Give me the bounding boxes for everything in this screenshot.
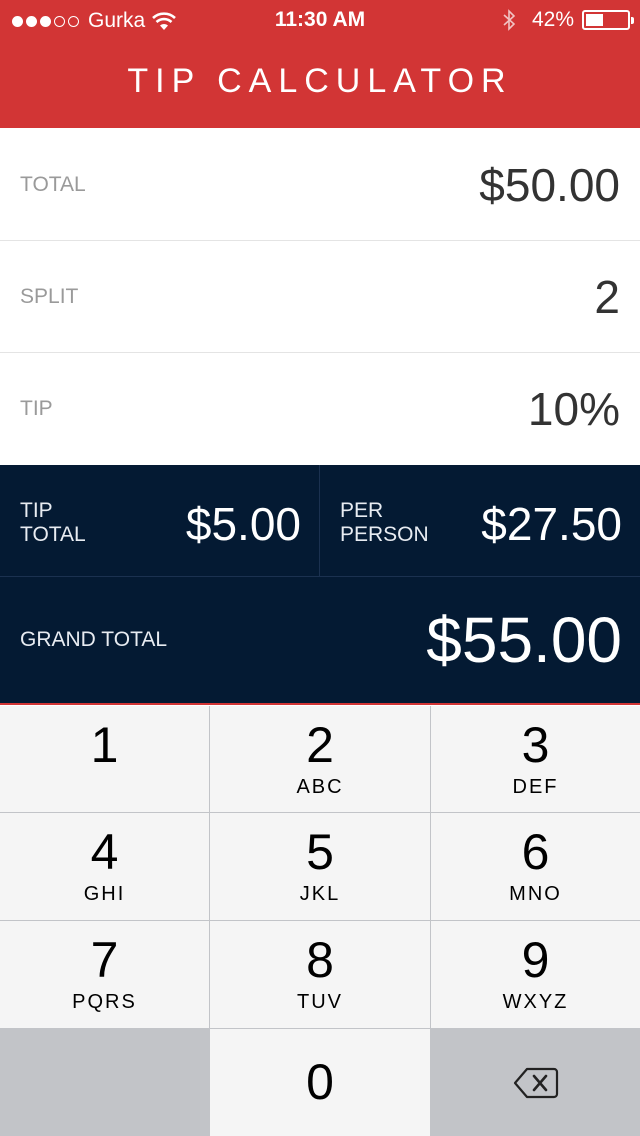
per-person-value: $27.50 — [481, 498, 622, 550]
page-title: TIP CALCULATOR — [127, 62, 513, 100]
delete-key[interactable] — [431, 1029, 640, 1136]
tip-total-label-line1: TIP — [20, 499, 53, 522]
key-digit: 8 — [306, 932, 334, 988]
key-digit: 9 — [521, 932, 550, 988]
app-header: Gurka 11:30 AM 42% TIP CALCULATOR — [0, 0, 640, 128]
key-6[interactable]: 6 MNO — [431, 813, 640, 920]
key-digit: 2 — [306, 717, 334, 773]
split-value[interactable]: 2 — [594, 241, 620, 353]
key-0[interactable]: 0 — [210, 1029, 430, 1136]
key-digit: 7 — [90, 932, 119, 988]
total-label: TOTAL — [20, 173, 86, 196]
per-person-cell: PER PERSON $27.50 — [320, 465, 640, 576]
key-letters: TUV — [297, 991, 343, 1013]
key-letters: WXYZ — [502, 991, 569, 1013]
battery-percent: 42% — [531, 8, 574, 31]
key-digit: 3 — [521, 717, 550, 773]
key-2[interactable]: 2 ABC — [210, 706, 430, 812]
key-digit: 6 — [521, 824, 550, 880]
key-8[interactable]: 8 TUV — [210, 921, 430, 1028]
total-row[interactable]: TOTAL $50.00 — [0, 129, 640, 241]
key-letters: ABC — [296, 776, 344, 798]
key-letters: GHI — [83, 883, 126, 905]
battery-nub — [631, 17, 634, 24]
tip-total-cell: TIP TOTAL $5.00 — [0, 465, 320, 576]
per-person-label: PER PERSON — [340, 499, 429, 547]
key-letters: DEF — [512, 776, 559, 798]
key-3[interactable]: 3 DEF — [431, 706, 640, 812]
key-digit: 0 — [306, 1054, 334, 1110]
key-5[interactable]: 5 JKL — [210, 813, 430, 920]
key-letters: MNO — [509, 883, 562, 905]
per-person-label-line1: PER — [340, 499, 384, 522]
key-digit: 1 — [90, 717, 119, 773]
key-7[interactable]: 7 PQRS — [0, 921, 209, 1028]
tip-value[interactable]: 10% — [528, 353, 620, 465]
split-label: SPLIT — [20, 285, 79, 308]
grand-total-value: $55.00 — [426, 604, 622, 676]
key-4[interactable]: 4 GHI — [0, 813, 209, 920]
key-9[interactable]: 9 WXYZ — [431, 921, 640, 1028]
per-person-label-line2: PERSON — [340, 523, 429, 546]
tip-label: TIP — [20, 397, 53, 420]
grand-total-label: GRAND TOTAL — [20, 628, 168, 651]
split-row[interactable]: SPLIT 2 — [0, 241, 640, 353]
results-panel: TIP TOTAL $5.00 PER PERSON $27.50 GRAND … — [0, 465, 640, 705]
battery-fill — [586, 14, 603, 26]
status-right: 42% — [502, 8, 634, 32]
status-bar: Gurka 11:30 AM 42% — [0, 0, 640, 42]
grand-total-cell: GRAND TOTAL $55.00 — [0, 577, 640, 703]
numeric-keypad: 1 2 ABC 3 DEF 4 GHI 5 JKL 6 MNO 7 PQRS 8… — [0, 706, 640, 1136]
key-letters: PQRS — [72, 991, 137, 1013]
total-value[interactable]: $50.00 — [479, 129, 620, 241]
tip-row[interactable]: TIP 10% — [0, 353, 640, 465]
key-1[interactable]: 1 — [0, 706, 209, 812]
backspace-icon — [513, 1067, 558, 1098]
key-digit: 4 — [90, 824, 119, 880]
key-digit: 5 — [306, 824, 334, 880]
battery-icon — [582, 10, 634, 30]
key-letters: JKL — [299, 883, 341, 905]
tip-total-label: TIP TOTAL — [20, 499, 86, 547]
bluetooth-icon — [503, 9, 516, 31]
tip-total-value: $5.00 — [185, 498, 301, 550]
key-blank — [0, 1029, 209, 1136]
tip-total-label-line2: TOTAL — [20, 523, 86, 546]
